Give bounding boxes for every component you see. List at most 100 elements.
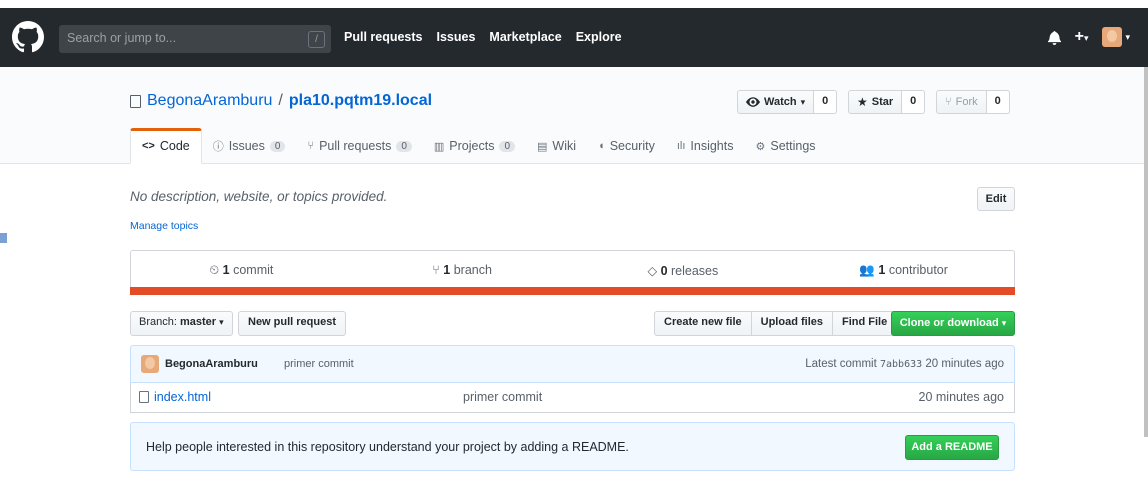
star-button[interactable]: ★ Star bbox=[848, 90, 903, 114]
commit-meta: Latest commit 7abb633 20 minutes ago bbox=[805, 358, 1004, 370]
watch-count[interactable]: 0 bbox=[814, 90, 838, 114]
tab-label: Issues bbox=[228, 139, 265, 153]
branch-name: master bbox=[179, 316, 217, 328]
star-count[interactable]: 0 bbox=[902, 90, 926, 114]
commit-message-link[interactable]: primer commit bbox=[284, 358, 354, 370]
issue-opened-icon: ⓘ bbox=[212, 141, 224, 153]
tab-settings[interactable]: ⚙ Settings bbox=[745, 128, 827, 164]
file-link[interactable]: index.html bbox=[139, 390, 211, 404]
readme-prompt-text: Help people interested in this repositor… bbox=[146, 440, 629, 454]
commit-author-link[interactable]: BegonaAramburu bbox=[165, 358, 258, 370]
tag-icon: ◇ bbox=[647, 264, 658, 278]
file-commit-message[interactable]: primer commit bbox=[463, 390, 542, 404]
fork-icon: ⑂ bbox=[945, 96, 952, 108]
tab-label: Pull requests bbox=[319, 139, 392, 153]
user-menu[interactable]: ▾ bbox=[1102, 27, 1130, 47]
fork-count[interactable]: 0 bbox=[986, 90, 1010, 114]
readme-prompt: Help people interested in this repositor… bbox=[130, 422, 1015, 471]
tab-counter: 0 bbox=[396, 140, 412, 152]
plus-icon: + bbox=[1074, 28, 1084, 45]
upload-files-button[interactable]: Upload files bbox=[750, 311, 833, 336]
eye-icon bbox=[746, 97, 760, 107]
git-branch-icon: ⑂ bbox=[432, 263, 440, 277]
tab-counter: 0 bbox=[269, 140, 286, 152]
chevron-down-icon: ▾ bbox=[1001, 318, 1007, 328]
gear-icon: ⚙ bbox=[755, 140, 766, 153]
search-shortcut-hint: / bbox=[308, 31, 325, 48]
commits-label: commit bbox=[233, 263, 274, 277]
nav-explore[interactable]: Explore bbox=[576, 30, 622, 44]
repo-title: BegonaAramburu / pla10.pqtm19.local bbox=[130, 92, 432, 110]
tab-issues[interactable]: ⓘ Issues 0 bbox=[202, 128, 297, 164]
repo-description: No description, website, or topics provi… bbox=[130, 189, 388, 204]
page-edge-marker bbox=[0, 233, 7, 243]
clone-or-download-button[interactable]: Clone or download ▾ bbox=[891, 311, 1015, 336]
new-pull-request-button[interactable]: New pull request bbox=[238, 311, 347, 336]
create-new-menu[interactable]: +▾ bbox=[1075, 28, 1089, 46]
history-icon: ⏲ bbox=[209, 263, 220, 277]
releases-label: releases bbox=[671, 264, 719, 278]
repo-name-link[interactable]: pla10.pqtm19.local bbox=[289, 92, 432, 110]
watch-label: Watch bbox=[764, 96, 797, 108]
commit-sha-link[interactable]: 7abb633 bbox=[880, 359, 922, 370]
find-file-button[interactable]: Find File bbox=[831, 311, 898, 336]
nav-issues[interactable]: Issues bbox=[437, 30, 476, 44]
tab-security[interactable]: ◖ Security bbox=[587, 128, 666, 164]
watch-button[interactable]: Watch ▾ bbox=[737, 90, 815, 114]
fork-button[interactable]: ⑂ Fork bbox=[936, 90, 987, 114]
graph-icon: ılı bbox=[676, 140, 686, 152]
tab-insights[interactable]: ılı Insights bbox=[666, 128, 745, 164]
watch-group: Watch ▾ 0 bbox=[737, 90, 838, 114]
commits-count: 1 bbox=[222, 263, 230, 277]
branch-select-button[interactable]: Branch: master ▾ bbox=[130, 311, 233, 336]
file-icon bbox=[139, 391, 149, 403]
shield-icon: ◖ bbox=[598, 140, 605, 152]
contributors-label: contributor bbox=[888, 263, 948, 277]
file-age: 20 minutes ago bbox=[918, 390, 1004, 404]
book-icon: ▤ bbox=[537, 140, 548, 153]
tab-label: Code bbox=[159, 139, 190, 153]
edit-description-button[interactable]: Edit bbox=[977, 187, 1015, 211]
create-new-file-button[interactable]: Create new file bbox=[654, 311, 752, 336]
add-readme-button[interactable]: Add a README bbox=[905, 435, 999, 460]
repo-header: BegonaAramburu / pla10.pqtm19.local Watc… bbox=[0, 67, 1148, 164]
commit-age: 20 minutes ago bbox=[925, 358, 1004, 370]
tab-counter: 0 bbox=[499, 140, 516, 152]
scrollbar[interactable] bbox=[1144, 67, 1148, 437]
repo-icon bbox=[130, 94, 141, 108]
search-input[interactable]: Search or jump to... / bbox=[59, 25, 331, 53]
repo-title-separator: / bbox=[278, 92, 283, 109]
star-icon: ★ bbox=[857, 95, 868, 109]
chevron-down-icon: ▾ bbox=[219, 317, 224, 327]
clone-label: Clone or download bbox=[899, 317, 999, 329]
branches-label: branch bbox=[453, 263, 492, 277]
nav-marketplace[interactable]: Marketplace bbox=[489, 30, 561, 44]
releases-count: 0 bbox=[660, 264, 668, 278]
star-label: Star bbox=[871, 96, 894, 108]
repo-owner-link[interactable]: BegonaAramburu bbox=[147, 92, 272, 110]
tab-projects[interactable]: ▥ Projects 0 bbox=[423, 128, 526, 164]
search-placeholder: Search or jump to... bbox=[67, 31, 177, 45]
tab-wiki[interactable]: ▤ Wiki bbox=[526, 128, 587, 164]
tab-label: Projects bbox=[449, 139, 495, 153]
latest-commit-bar: BegonaAramburu primer commit Latest comm… bbox=[130, 345, 1015, 383]
language-bar[interactable] bbox=[130, 287, 1015, 295]
tab-pull-requests[interactable]: ⑂ Pull requests 0 bbox=[296, 128, 422, 164]
repo-tabs: <> Code ⓘ Issues 0 ⑂ Pull requests 0 ▥ P… bbox=[130, 128, 827, 164]
fork-group: ⑂ Fork 0 bbox=[936, 90, 1010, 114]
bell-icon[interactable] bbox=[1047, 30, 1061, 45]
nav-pull-requests[interactable]: Pull requests bbox=[344, 30, 423, 44]
star-group: ★ Star 0 bbox=[848, 90, 926, 114]
chevron-down-icon: ▾ bbox=[800, 96, 806, 107]
table-row: index.html primer commit 20 minutes ago bbox=[130, 383, 1015, 413]
file-name: index.html bbox=[154, 390, 211, 404]
header-actions: +▾ ▾ bbox=[1047, 27, 1130, 47]
avatar bbox=[1102, 27, 1123, 47]
manage-topics-link[interactable]: Manage topics bbox=[130, 220, 198, 232]
git-pull-request-icon: ⑂ bbox=[307, 140, 315, 152]
tab-code[interactable]: <> Code bbox=[130, 128, 202, 164]
contributors-count: 1 bbox=[878, 263, 886, 277]
github-logo-icon[interactable] bbox=[12, 21, 44, 53]
tab-label: Settings bbox=[770, 139, 816, 153]
avatar[interactable] bbox=[141, 355, 159, 373]
